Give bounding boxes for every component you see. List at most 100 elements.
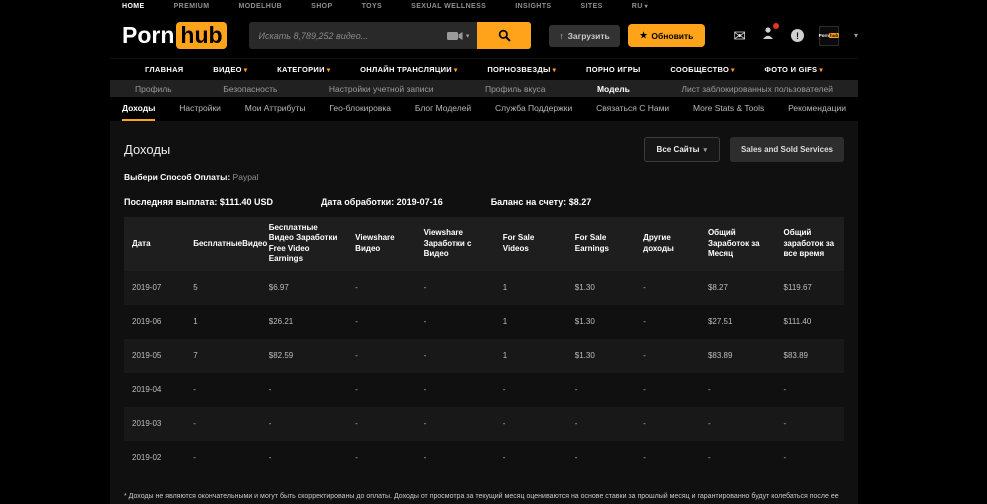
nav-live[interactable]: ОНЛАЙН ТРАНСЛЯЦИИ▾ <box>360 65 457 74</box>
all-sites-dropdown[interactable]: Все Сайты▾ <box>644 137 720 162</box>
nav-video[interactable]: ВИДЕО▾ <box>213 65 247 74</box>
sales-sold-services-button[interactable]: Sales and Sold Services <box>730 137 844 162</box>
upload-arrow-icon: ↑ <box>559 31 563 41</box>
topbar-item-home[interactable]: HOME <box>122 3 145 10</box>
tab-attributes[interactable]: Мои Аттрибуты <box>245 97 306 121</box>
topbar-item-premium[interactable]: PREMIUM <box>174 3 210 10</box>
col-header-free-video-earnings: Бесплатные Видео Заработки Free Video Ea… <box>261 217 347 271</box>
locale-selector[interactable]: RU▾ <box>632 3 648 10</box>
page-title: Доходы <box>124 142 170 157</box>
chevron-down-icon: ▾ <box>466 32 470 40</box>
table-row: 2019-05 7 $82.59 - - 1 $1.30 - $83.89 $8… <box>124 339 844 373</box>
tab-recommendations[interactable]: Рекомендации <box>788 97 846 121</box>
table-row: 2019-07 5 $6.97 - - 1 $1.30 - $8.27 $119… <box>124 271 844 305</box>
chevron-down-icon: ▾ <box>327 67 331 74</box>
footnotes: * Доходы не являются окончательными и мо… <box>124 491 844 504</box>
topbar-item-sexual-wellness[interactable]: SEXUAL WELLNESS <box>411 3 486 10</box>
footnote-earnings-disclaimer: * Доходы не являются окончательными и мо… <box>124 491 844 504</box>
nav-porn-games[interactable]: ПОРНО ИГРЫ <box>586 65 641 74</box>
payment-method-label: Выбери Способ Оплаты: <box>124 172 230 182</box>
settings-nav-model[interactable]: Модель <box>597 84 630 94</box>
chevron-down-icon: ▾ <box>731 67 735 74</box>
table-row: 2019-03 - - - - - - - - - <box>124 407 844 441</box>
settings-nav-account[interactable]: Настройки учетной записи <box>329 84 434 94</box>
earnings-table: Дата БесплатныеВидео Бесплатные Видео За… <box>124 217 844 475</box>
upload-button[interactable]: ↑ Загрузить <box>549 25 619 47</box>
chevron-down-icon: ▾ <box>703 147 707 154</box>
nav-pornstars[interactable]: ПОРНОЗВЕЗДЫ▾ <box>487 65 556 74</box>
header-icons: ✉ ! Pornhub ▾ <box>733 26 858 46</box>
processing-date: Дата обработки: 2019-07-16 <box>321 197 443 207</box>
main-nav: ГЛАВНАЯ ВИДЕО▾ КАТЕГОРИИ▾ ОНЛАЙН ТРАНСЛЯ… <box>110 58 858 80</box>
payment-method-value[interactable]: Paypal <box>233 172 259 182</box>
locale-label: RU <box>632 3 643 10</box>
mail-icon[interactable]: ✉ <box>733 27 746 45</box>
chevron-down-icon: ▾ <box>553 67 557 74</box>
settings-nav-security[interactable]: Безопасность <box>223 84 277 94</box>
earnings-content: Доходы Все Сайты▾ Sales and Sold Service… <box>110 121 858 504</box>
col-header-date: Дата <box>124 233 185 255</box>
table-row: 2019-02 - - - - - - - - - <box>124 441 844 475</box>
nav-community[interactable]: СООБЩЕСТВО▾ <box>670 65 734 74</box>
search-input[interactable] <box>249 31 439 41</box>
account-balance: Баланс на счету: $8.27 <box>491 197 592 207</box>
search-bar: ▾ <box>249 22 532 49</box>
topbar-item-toys[interactable]: TOYS <box>362 3 383 10</box>
chevron-down-icon[interactable]: ▾ <box>854 31 858 40</box>
logo-porn-text: Porn <box>122 22 174 49</box>
topbar-item-sites[interactable]: SITES <box>581 3 603 10</box>
site-header: Pornhub ▾ ↑ Загрузить ★ Обновить ✉ <box>110 13 858 58</box>
nav-photos-gifs[interactable]: ФОТО И GIFS▾ <box>765 65 823 74</box>
upgrade-label: Обновить <box>651 31 693 41</box>
chevron-down-icon: ▾ <box>645 4 648 10</box>
top-utility-bar: HOME PREMIUM MODELHUB SHOP TOYS SEXUAL W… <box>110 0 858 13</box>
settings-nav-taste-profile[interactable]: Профиль вкуса <box>485 84 546 94</box>
payment-method-line: Выбери Способ Оплаты: Paypal <box>124 172 844 182</box>
upgrade-button[interactable]: ★ Обновить <box>628 24 706 47</box>
tab-model-blog[interactable]: Блог Моделей <box>415 97 471 121</box>
search-button[interactable] <box>477 22 531 49</box>
chevron-down-icon: ▾ <box>819 67 823 74</box>
col-header-viewshare-videos: Viewshare Видео <box>347 227 415 260</box>
settings-nav-profile[interactable]: Профиль <box>135 84 172 94</box>
col-header-free-videos: БесплатныеВидео <box>185 233 261 255</box>
table-header-row: Дата БесплатныеВидео Бесплатные Видео За… <box>124 217 844 271</box>
video-search-dropdown[interactable]: ▾ <box>439 31 478 41</box>
star-icon: ★ <box>640 30 648 41</box>
nav-home[interactable]: ГЛАВНАЯ <box>145 65 183 74</box>
col-header-other-earnings: Другие доходы <box>635 227 700 260</box>
col-header-for-sale-videos: For Sale Videos <box>495 227 567 260</box>
tab-geo-blocking[interactable]: Гео-блокировка <box>329 97 391 121</box>
tab-contact-us[interactable]: Связаться С Нами <box>596 97 669 121</box>
chevron-down-icon: ▾ <box>454 67 458 74</box>
topbar-item-modelhub[interactable]: MODELHUB <box>238 3 282 10</box>
friends-notifications-button[interactable] <box>761 26 776 45</box>
model-tabs: Доходы Настройки Мои Аттрибуты Гео-блоки… <box>110 97 858 121</box>
settings-nav: Профиль Безопасность Настройки учетной з… <box>110 80 858 97</box>
tab-earnings[interactable]: Доходы <box>122 97 155 121</box>
logo-hub-text: hub <box>176 22 226 49</box>
table-row: 2019-04 - - - - - - - - - <box>124 373 844 407</box>
col-header-month-total: Общий Заработок за Месяц <box>700 222 776 265</box>
page-container: HOME PREMIUM MODELHUB SHOP TOYS SEXUAL W… <box>110 0 858 504</box>
avatar-mini-logo: Pornhub <box>819 33 840 38</box>
site-logo[interactable]: Pornhub <box>122 22 227 49</box>
last-payout: Последняя выплата: $111.40 USD <box>124 197 273 207</box>
col-header-alltime-total: Общий заработок за все время <box>776 222 844 265</box>
topbar-item-insights[interactable]: INSIGHTS <box>515 3 551 10</box>
avatar[interactable]: Pornhub <box>819 26 839 46</box>
tab-more-stats-tools[interactable]: More Stats & Tools <box>693 97 764 121</box>
notification-dot <box>773 23 779 29</box>
search-icon <box>498 29 511 42</box>
topbar-item-shop[interactable]: SHOP <box>311 3 332 10</box>
upload-label: Загрузить <box>568 31 610 41</box>
col-header-viewshare-earnings: Viewshare Заработки с Видео <box>416 222 495 265</box>
tab-settings[interactable]: Настройки <box>179 97 221 121</box>
nav-categories[interactable]: КАТЕГОРИИ▾ <box>277 65 330 74</box>
col-header-for-sale-earnings: For Sale Earnings <box>567 227 635 260</box>
info-icon[interactable]: ! <box>791 29 804 42</box>
chevron-down-icon: ▾ <box>244 67 248 74</box>
camera-icon <box>447 31 463 41</box>
settings-nav-blocked-users[interactable]: Лист заблокированных пользователей <box>681 84 833 94</box>
tab-support[interactable]: Служба Поддержки <box>495 97 572 121</box>
